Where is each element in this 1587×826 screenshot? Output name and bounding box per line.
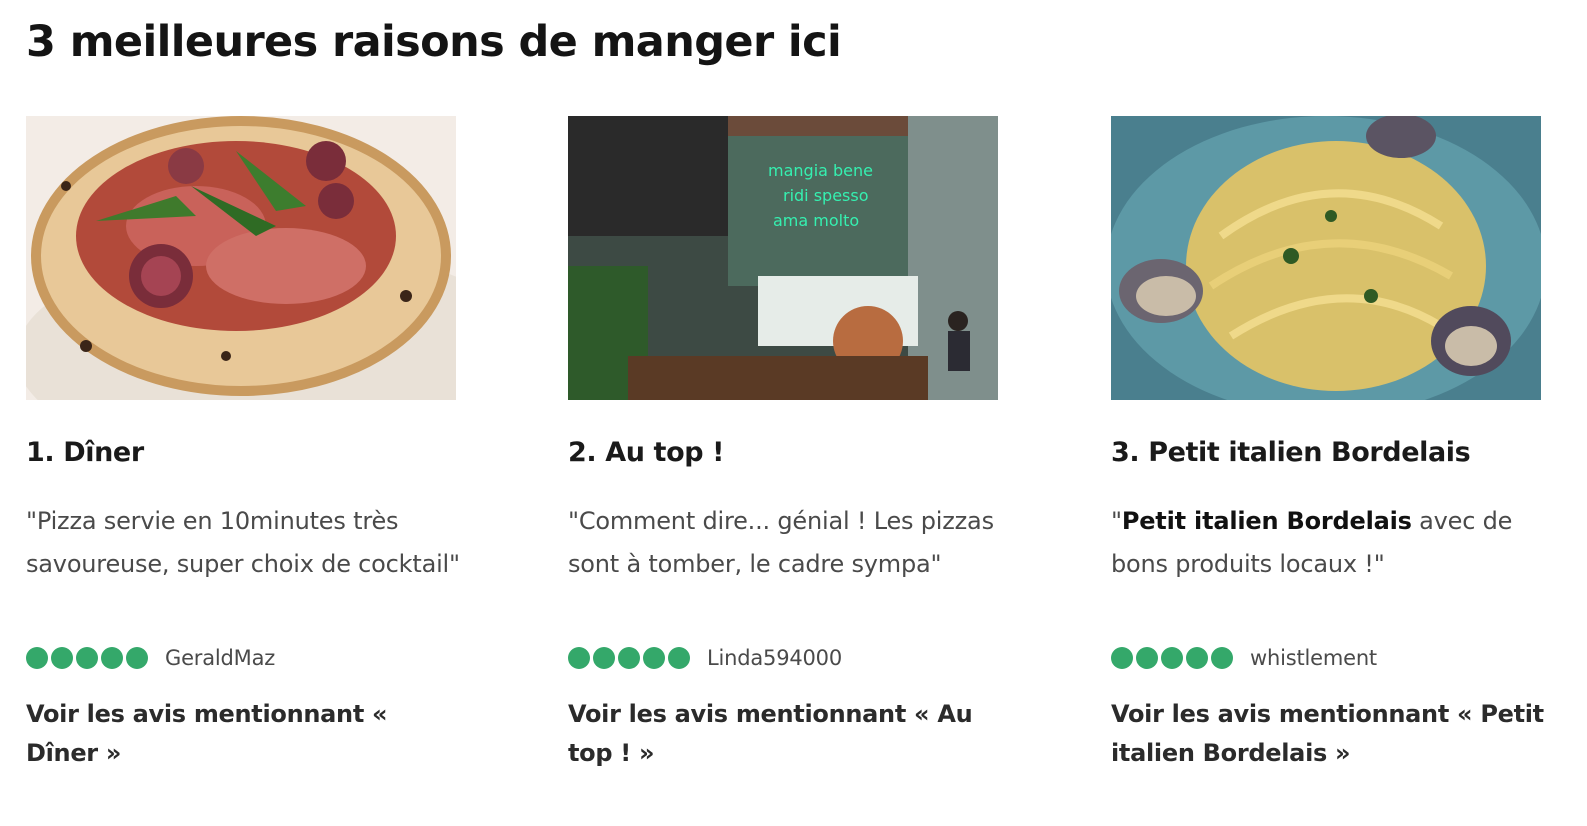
see-reviews-link[interactable]: Voir les avis mentionnant « Dîner »: [26, 695, 466, 773]
rating-bubble-icon: [618, 647, 640, 669]
review-quote: "Comment dire... génial ! Les pizzas son…: [568, 507, 994, 578]
reason-card-1: 1. Dîner "Pizza servie en 10minutes très…: [26, 116, 476, 773]
reviewer-username[interactable]: GeraldMaz: [165, 646, 275, 670]
rating-bubble-icon: [1136, 647, 1158, 669]
rating-bubble-icon: [593, 647, 615, 669]
reason-title: 3. Petit italien Bordelais: [1111, 437, 1471, 468]
pasta-clams-photo[interactable]: [1111, 116, 1541, 400]
rating-bubble-icon: [643, 647, 665, 669]
rating-bubble-icon: [1111, 647, 1133, 669]
rating-bubble-icon: [126, 647, 148, 669]
rating-bubble-icon: [51, 647, 73, 669]
review-quote: "Petit italien Bordelais avec de bons pr…: [1111, 507, 1513, 578]
rating-row: GeraldMaz: [26, 643, 476, 673]
rating-bubbles: [26, 647, 148, 669]
svg-text:mangia bene: mangia bene: [768, 161, 873, 180]
rating-bubble-icon: [1161, 647, 1183, 669]
svg-text:ridi spesso: ridi spesso: [783, 186, 869, 205]
rating-row: Linda594000: [568, 643, 1018, 673]
reason-card-3: 3. Petit italien Bordelais "Petit italie…: [1111, 116, 1561, 773]
rating-row: whistlement: [1111, 643, 1561, 673]
reason-card-2: mangia bene ridi spesso ama molto 2. Au …: [568, 116, 1018, 773]
rating-bubble-icon: [568, 647, 590, 669]
rating-bubble-icon: [26, 647, 48, 669]
rating-bubbles: [1111, 647, 1233, 669]
see-reviews-link[interactable]: Voir les avis mentionnant « Au top ! »: [568, 695, 1008, 773]
rating-bubble-icon: [1186, 647, 1208, 669]
rating-bubble-icon: [76, 647, 98, 669]
rating-bubble-icon: [101, 647, 123, 669]
rating-bubble-icon: [1211, 647, 1233, 669]
pizza-photo[interactable]: [26, 116, 456, 400]
page-title: 3 meilleures raisons de manger ici: [26, 17, 842, 67]
rating-bubbles: [568, 647, 690, 669]
restaurant-interior-photo[interactable]: mangia bene ridi spesso ama molto: [568, 116, 998, 400]
reason-title: 1. Dîner: [26, 437, 144, 468]
reviewer-username[interactable]: whistlement: [1250, 646, 1377, 670]
svg-text:ama molto: ama molto: [773, 211, 859, 230]
review-quote: "Pizza servie en 10minutes très savoureu…: [26, 507, 460, 578]
reviewer-username[interactable]: Linda594000: [707, 646, 842, 670]
reason-title: 2. Au top !: [568, 437, 725, 468]
rating-bubble-icon: [668, 647, 690, 669]
see-reviews-link[interactable]: Voir les avis mentionnant « Petit italie…: [1111, 695, 1551, 773]
